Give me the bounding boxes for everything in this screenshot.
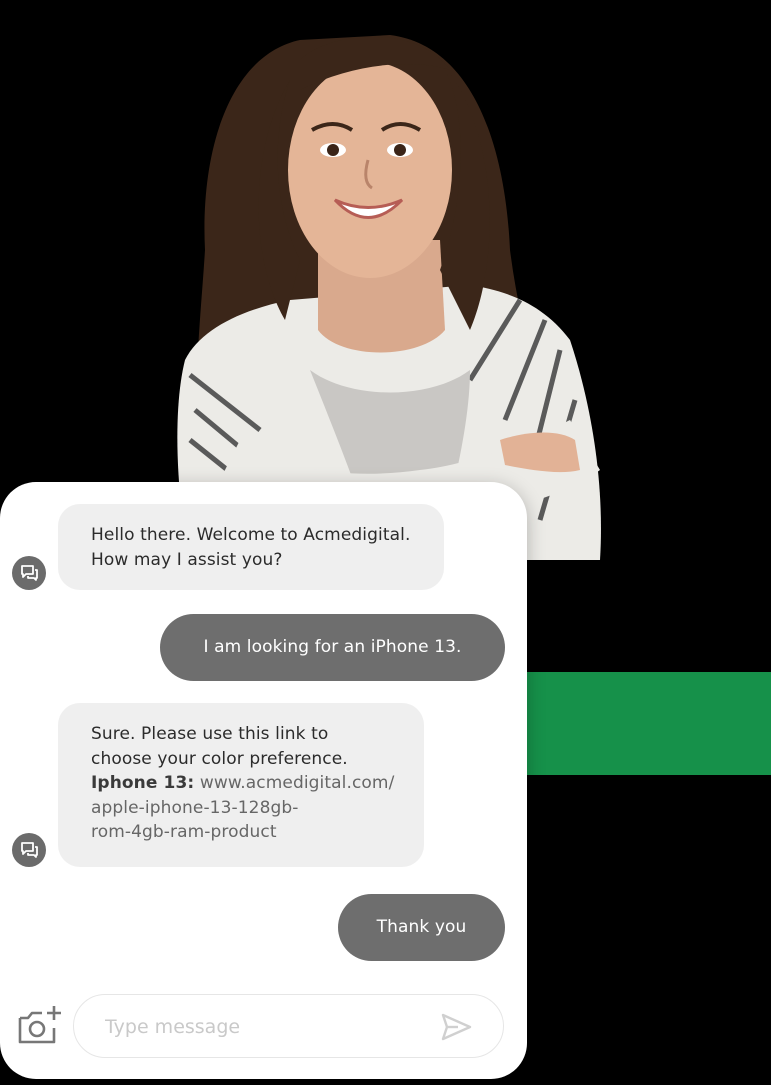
message-line: Hello there. Welcome to Acmedigital.	[91, 525, 411, 545]
message-text: I am looking for an iPhone 13.	[203, 637, 462, 658]
message-text: Thank you	[376, 917, 467, 938]
message-line: How may I assist you?	[91, 549, 283, 570]
link-label: Iphone 13:	[91, 773, 195, 793]
chat-bubbles-icon	[21, 565, 38, 581]
link-line: Iphone 13: www.acmedigital.com/	[91, 771, 406, 796]
message-composer	[73, 994, 504, 1058]
message-line: choose your color preference.	[91, 748, 348, 769]
bot-avatar	[12, 556, 46, 590]
send-icon	[441, 1013, 472, 1041]
message-input[interactable]	[105, 1012, 425, 1042]
product-link[interactable]: www.acmedigital.com/	[200, 773, 395, 793]
add-photo-icon	[18, 1006, 61, 1044]
bot-message-bubble: Hello there. Welcome to Acmedigital. How…	[58, 504, 444, 590]
product-link-continued[interactable]: apple-iphone-13-128gb-	[91, 796, 406, 821]
bot-message-bubble: Sure. Please use this link to choose you…	[58, 703, 424, 867]
attach-photo-button[interactable]	[16, 1004, 64, 1048]
product-link-continued[interactable]: rom-4gb-ram-product	[91, 820, 406, 845]
marketing-canvas: Hello there. Welcome to Acmedigital. How…	[0, 0, 771, 1085]
chat-bubbles-icon	[21, 842, 38, 858]
send-button[interactable]	[438, 1009, 474, 1045]
user-message-bubble: Thank you	[338, 894, 505, 961]
accent-bar	[510, 672, 771, 775]
message-line: Sure. Please use this link to	[91, 724, 329, 744]
bot-avatar	[12, 833, 46, 867]
user-message-bubble: I am looking for an iPhone 13.	[160, 614, 505, 681]
